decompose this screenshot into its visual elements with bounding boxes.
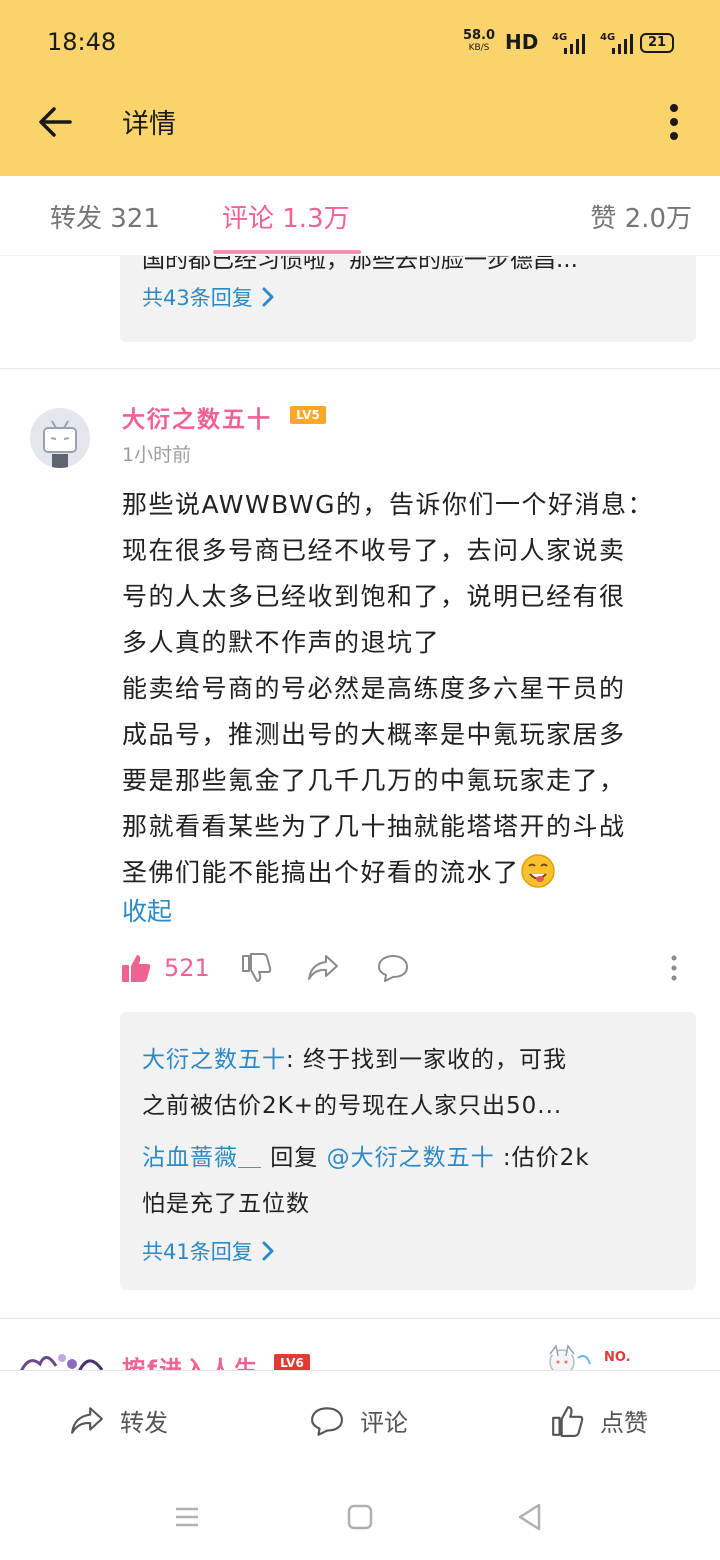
more-vertical-icon [670,104,678,140]
reply-item-continued: 怕是充了五位数 [142,1184,310,1218]
view-all-replies-label: 共41条回复 [142,1240,253,1264]
comment-line: 多人真的默不作声的退坑了 [122,628,441,657]
next-comment[interactable]: 按f进入人生 LV6 NO. [0,1342,720,1370]
active-tab-indicator [213,250,361,254]
comment-more-button[interactable] [668,948,680,988]
comment-line: 成品号，推测出号的大概率是中氪玩家居多 [122,720,626,749]
repost-button[interactable]: 转发 [68,1403,168,1438]
share-button[interactable] [306,948,340,988]
share-arrow-icon [71,1406,103,1434]
comment-actions: 521 [120,948,700,994]
avatar[interactable] [30,408,90,468]
thumbs-down-icon [242,953,272,982]
level-badge: LV6 [274,1354,310,1370]
comment-time: 1小时前 [122,444,192,466]
reply-text: 之前被估价2K+的号现在人家只出50... [142,1093,563,1119]
comment-label: 评论 [360,1409,408,1437]
network-speed-unit: KB/S [468,43,490,53]
menu-icon[interactable] [170,1500,204,1534]
reply-username[interactable]: 大衍之数五十 [142,1047,286,1073]
avatar-frame-icon [20,1354,104,1370]
comment-line: 要是那些氪金了几千几万的中氪玩家走了， [122,766,626,795]
network-speed: 58.0 KB/S [462,28,496,54]
tab-comment[interactable]: 评论 1.3万 [222,198,350,235]
divider [0,1318,720,1319]
arrow-left-icon [39,107,72,137]
comment-line-last: 圣佛们能不能搞出个好看的流水了 [122,850,702,896]
comment-line: 那就看看某些为了几十抽就能塔塔开的斗战 [122,812,626,841]
previous-reply-text: 国的都已经习惯啦，那些去的脸一步德昌... [142,256,578,273]
comment-line: 能卖给号商的号必然是高练度多六星干员的 [122,674,626,703]
share-arrow-icon [308,955,338,980]
reply-mention[interactable]: @大衍之数五十 [327,1145,495,1171]
money-face-emoji-icon [520,854,555,888]
comment-bubble-icon [378,955,408,982]
like-button[interactable]: 521 [120,948,210,988]
comment-button[interactable]: 评论 [308,1403,408,1438]
reply-connector: 回复 [262,1145,327,1171]
more-vertical-icon [671,955,677,981]
comment-text: 那些说AWWBWG的，告诉你们一个好消息： 现在很多号商已经不收号了，去问人家说… [122,482,702,896]
comment-list[interactable]: 国的都已经习惯啦，那些去的脸一步德昌... 共43条回复 大衍之数五十 LV5 … [0,256,720,1370]
replies-box[interactable]: 大衍之数五十: 终于找到一家收的，可我 之前被估价2K+的号现在人家只出50..… [120,1012,696,1290]
collapse-link[interactable]: 收起 [122,892,172,928]
previous-replies-box: 国的都已经习惯啦，那些去的脸一步德昌... 共43条回复 [120,256,696,342]
next-comment-username[interactable]: 按f进入人生 [122,1350,259,1370]
view-all-replies-label: 共43条回复 [142,286,253,310]
battery-icon: 21 [640,33,674,53]
level-badge: LV5 [290,406,326,424]
like-count: 521 [164,954,210,982]
back-triangle-icon[interactable] [513,1500,547,1534]
hd-indicator: HD [505,30,539,54]
tab-bar: 转发 321 评论 1.3万 赞 2.0万 [0,176,720,256]
more-options-button[interactable] [660,100,688,144]
header: 18:48 58.0 KB/S HD 4G 4G 21 详情 [0,0,720,176]
thumbs-up-icon [552,1405,584,1437]
page-title: 详情 [122,109,176,140]
reply-username[interactable]: 沾血蔷薇＿ [142,1145,262,1171]
network-speed-value: 58.0 [462,28,496,43]
reply-button[interactable] [376,948,410,988]
tv-avatar-icon [43,420,77,468]
repost-label: 转发 [120,1409,168,1437]
comment-line-text: 圣佛们能不能搞出个好看的流水了 [122,858,520,887]
app-bar: 详情 [0,88,720,176]
tab-like[interactable]: 赞 2.0万 [590,198,692,235]
fan-badge-label: NO. [604,1350,631,1365]
reply-text: : 终于找到一家收的，可我 [286,1047,568,1073]
reply-text: 怕是充了五位数 [142,1191,310,1217]
back-button[interactable] [34,100,78,144]
reply-item: 大衍之数五十: 终于找到一家收的，可我 [142,1040,567,1074]
view-all-replies-link[interactable]: 共43条回复 [142,282,275,312]
tab-repost[interactable]: 转发 321 [50,198,160,235]
comment-line: 那些说AWWBWG的，告诉你们一个好消息： [122,490,655,519]
system-nav-bar [0,1474,720,1560]
fan-badge: NO. [540,1344,640,1370]
comment-bubble-icon [311,1406,343,1436]
status-bar: 18:48 58.0 KB/S HD 4G 4G 21 [0,0,720,88]
comment-username[interactable]: 大衍之数五十 [122,400,272,434]
chevron-right-icon [262,1241,274,1261]
chevron-right-icon [262,287,274,307]
like-post-button[interactable]: 点赞 [548,1403,648,1438]
like-label: 点赞 [600,1409,648,1437]
thumbs-up-icon [122,955,151,982]
reply-text: :估价2k [494,1145,590,1171]
comment-line: 号的人太多已经收到饱和了，说明已经有很 [122,582,626,611]
dislike-button[interactable] [240,948,272,988]
home-square-icon[interactable] [343,1500,377,1534]
character-badge-icon [549,1344,591,1370]
reply-item: 沾血蔷薇＿ 回复 @大衍之数五十 :估价2k [142,1138,590,1172]
bottom-action-bar: 转发 评论 点赞 [0,1370,720,1474]
status-time: 18:48 [47,28,117,56]
view-all-replies-link[interactable]: 共41条回复 [142,1236,275,1266]
comment-line: 现在很多号商已经不收号了，去问人家说卖 [122,536,626,565]
divider [0,368,720,369]
reply-item-continued: 之前被估价2K+的号现在人家只出50... [142,1086,562,1120]
